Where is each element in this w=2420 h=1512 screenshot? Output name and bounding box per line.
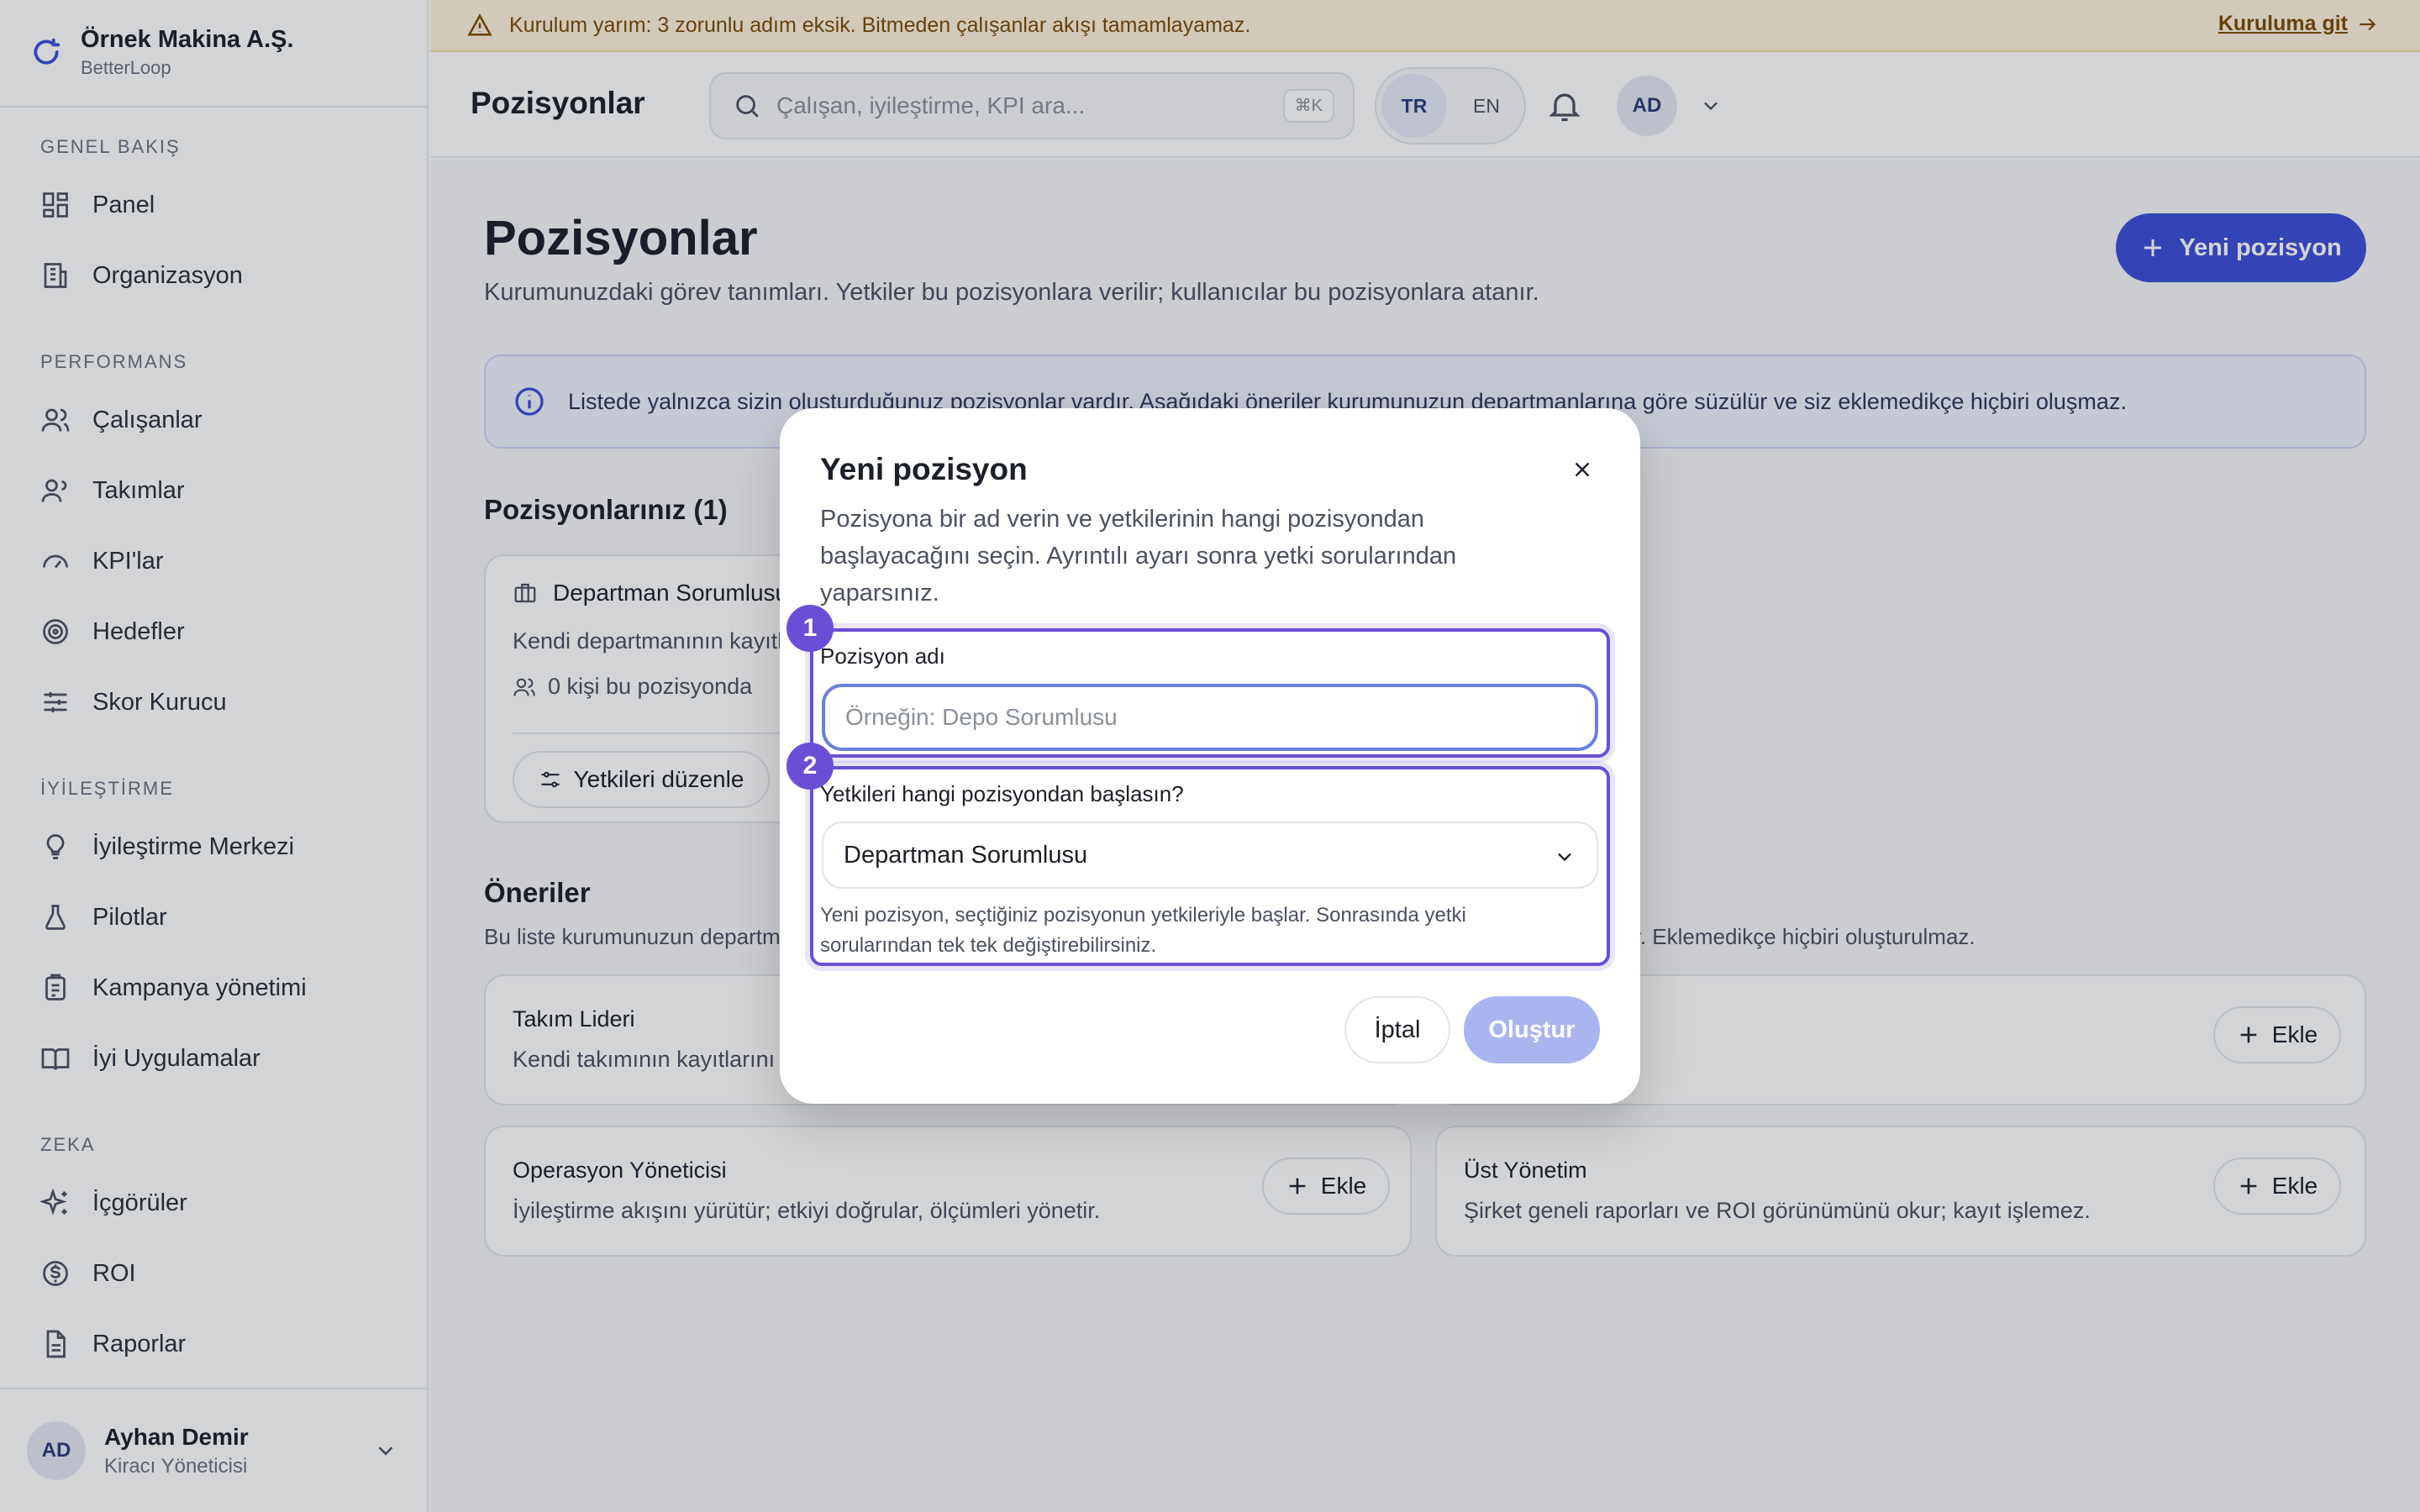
modal-description: Pozisyona bir ad verin ve yetkilerinin h…	[820, 506, 1457, 606]
base-position-select[interactable]: Departman Sorumlusu	[822, 822, 1598, 889]
new-position-modal: Yeni pozisyon Pozisyona bir ad verin ve …	[780, 408, 1640, 1104]
cancel-button[interactable]: İptal	[1344, 996, 1450, 1063]
close-icon[interactable]	[1570, 457, 1595, 482]
base-position-hint: Yeni pozisyon, seçtiğiniz pozisyonun yet…	[820, 904, 1466, 957]
chevron-down-icon	[1558, 853, 1571, 862]
modal-title: Yeni pozisyon	[820, 452, 1028, 486]
step-2-highlight: 2 Yetkileri hangi pozisyondan başlasın? …	[786, 743, 1610, 966]
create-button[interactable]: Oluştur	[1464, 996, 1600, 1063]
base-position-label: Yetkileri hangi pozisyondan başlasın?	[820, 781, 1184, 806]
position-name-label: Pozisyon adı	[820, 643, 945, 669]
step-1-highlight: 1 Pozisyon adı	[786, 605, 1610, 758]
position-name-input[interactable]	[822, 684, 1598, 751]
base-position-value: Departman Sorumlusu	[844, 841, 1088, 869]
